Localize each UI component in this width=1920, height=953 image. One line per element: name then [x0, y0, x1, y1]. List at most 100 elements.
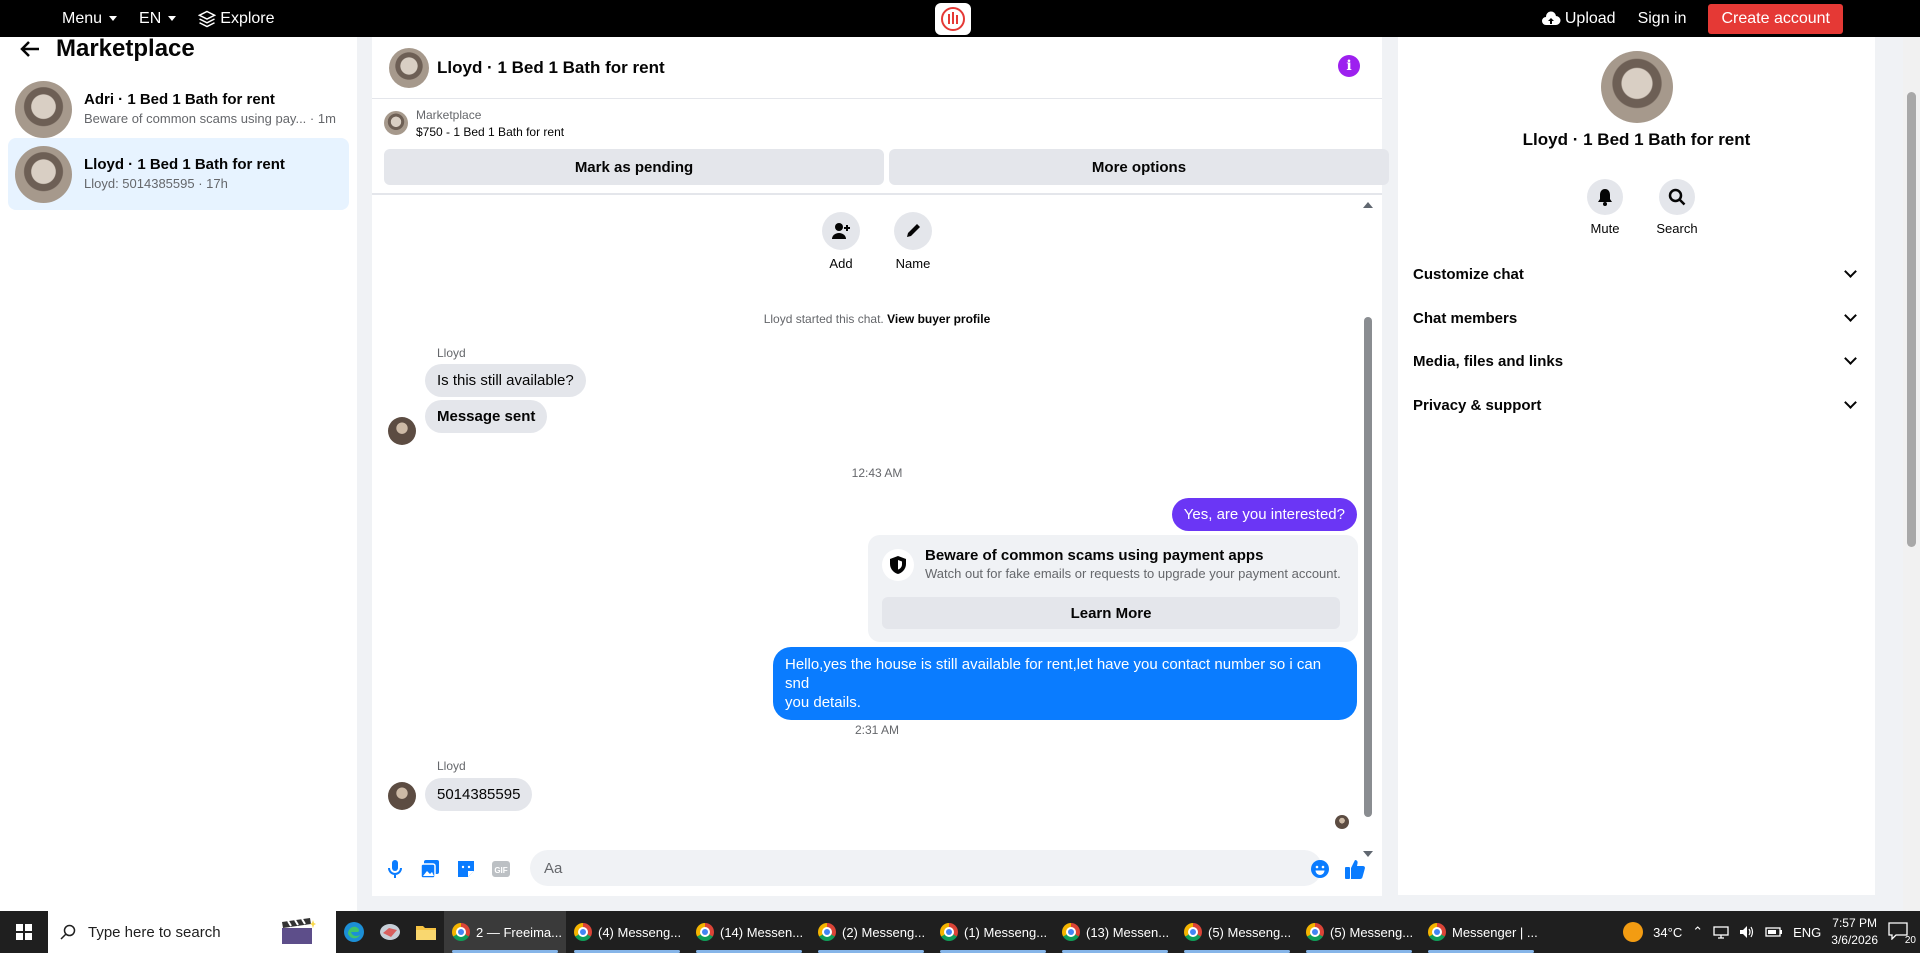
section-label: Media, files and links [1413, 352, 1564, 370]
chevron-down-icon [1844, 265, 1857, 278]
snippet-text: Beware of common scams using pay... [84, 111, 307, 126]
message-bubble-outgoing[interactable]: Hello,yes the house is still available f… [773, 647, 1357, 720]
message-bubble-outgoing[interactable]: Yes, are you interested? [1171, 498, 1357, 531]
taskbar-window[interactable]: (1) Messeng... [932, 911, 1054, 953]
chrome-icon [574, 923, 592, 941]
chrome-icon [1428, 923, 1446, 941]
section-privacy-support[interactable]: Privacy & support [1413, 385, 1861, 425]
sender-name: Lloyd [437, 759, 466, 773]
scroll-thumb[interactable] [1364, 317, 1372, 817]
menu-label: Menu [62, 9, 103, 27]
timestamp: 2:31 AM [854, 723, 900, 737]
name-chat-button[interactable]: Name [888, 212, 938, 271]
taskbar-window[interactable]: (2) Messeng... [810, 911, 932, 953]
window-title: (13) Messen... [1086, 924, 1170, 940]
listing-thumbnail [384, 111, 408, 135]
chrome-icon [1062, 923, 1080, 941]
sticker-icon[interactable] [455, 858, 477, 880]
chat-avatar[interactable] [389, 47, 429, 88]
upload-button[interactable]: Upload [1541, 10, 1616, 28]
section-chat-members[interactable]: Chat members [1413, 298, 1861, 338]
view-buyer-profile-link[interactable]: View buyer profile [887, 312, 990, 326]
volume-icon[interactable] [1739, 925, 1755, 939]
conversation-item-selected[interactable]: Lloyd · 1 Bed 1 Bath for rent Lloyd: 501… [8, 138, 349, 210]
back-arrow-icon[interactable] [20, 40, 40, 58]
clock-time: 7:57 PM [1832, 916, 1877, 930]
notification-count: 20 [1904, 935, 1916, 946]
scroll-up-arrow-icon[interactable] [1363, 202, 1373, 208]
page-scroll-thumb[interactable] [1907, 92, 1916, 547]
system-clock[interactable]: 7:57 PM 3/6/2026 [1831, 915, 1878, 949]
app-icon[interactable] [372, 911, 408, 953]
signin-link[interactable]: Sign in [1638, 10, 1687, 28]
search-in-chat-button[interactable]: Search [1652, 179, 1702, 236]
chat-header: Lloyd · 1 Bed 1 Bath for rent i [372, 37, 1382, 99]
network-icon[interactable] [1713, 925, 1729, 939]
section-customize-chat[interactable]: Customize chat [1413, 254, 1861, 294]
section-media-files-links[interactable]: Media, files and links [1413, 341, 1861, 381]
listing-avatar [15, 80, 72, 138]
add-person-icon [822, 212, 860, 250]
sender-avatar[interactable] [388, 417, 416, 445]
listing-avatar [15, 145, 72, 203]
caret-down-icon [109, 16, 118, 21]
chevron-up-icon[interactable]: ⌃ [1692, 924, 1703, 940]
battery-icon[interactable] [1765, 926, 1783, 938]
message-input[interactable] [530, 850, 1322, 886]
edge-app[interactable] [336, 911, 372, 953]
weather-icon[interactable] [1623, 922, 1644, 942]
taskbar-window[interactable]: Messenger | ... [1420, 911, 1542, 953]
site-logo[interactable] [935, 3, 971, 35]
create-account-button[interactable]: Create account [1708, 3, 1843, 34]
emoji-icon[interactable] [1309, 858, 1331, 880]
explore-link[interactable]: Explore [198, 10, 275, 28]
taskbar-window[interactable]: 2 — Freeima... [444, 911, 566, 953]
learn-more-button[interactable]: Learn More [882, 597, 1340, 629]
chevron-down-icon [1844, 396, 1857, 409]
menu-dropdown[interactable]: Menu [62, 9, 118, 28]
caret-down-icon [168, 16, 177, 21]
page-scrollbar[interactable] [1903, 37, 1920, 911]
listing-info[interactable]: Marketplace $750 - 1 Bed 1 Bath for rent [384, 107, 564, 141]
taskbar-window[interactable]: (4) Messeng... [566, 911, 688, 953]
svg-text:GIF: GIF [494, 866, 507, 875]
window-title: 2 — Freeima... [476, 924, 562, 940]
message-bubble-incoming[interactable]: Message sent [425, 400, 548, 433]
message-bubble-incoming[interactable]: Is this still available? [425, 364, 586, 397]
microphone-icon[interactable] [384, 858, 406, 880]
taskbar-window[interactable]: (13) Messen... [1054, 911, 1176, 953]
search-placeholder: Type here to search [88, 923, 221, 941]
system-tray: 34°C ⌃ ENG 7:57 PM 3/6/2026 20 [1623, 911, 1920, 953]
start-button[interactable] [0, 911, 48, 953]
folder-icon [416, 926, 436, 940]
add-people-button[interactable]: Add [816, 212, 866, 271]
window-title: (1) Messeng... [964, 924, 1048, 940]
message-line: you details. [785, 694, 861, 711]
photo-icon[interactable] [419, 858, 441, 880]
file-explorer-app[interactable] [408, 911, 444, 953]
mark-as-pending-button[interactable]: Mark as pending [384, 149, 884, 185]
more-options-button[interactable]: More options [889, 149, 1389, 185]
taskbar-window[interactable]: (14) Messen... [688, 911, 810, 953]
taskbar-search[interactable]: Type here to search [48, 911, 336, 953]
chat-scrollbar[interactable] [1362, 197, 1374, 857]
gif-icon[interactable]: GIF [490, 858, 512, 880]
edge-icon [344, 922, 364, 942]
chat-title[interactable]: Lloyd · 1 Bed 1 Bath for rent [437, 58, 665, 78]
sender-avatar[interactable] [388, 782, 416, 810]
conversation-snippet: Lloyd: 5014385595 · 17h [84, 174, 285, 193]
conversation-item[interactable]: Adri · 1 Bed 1 Bath for rent Beware of c… [8, 73, 349, 145]
taskbar-window[interactable]: (5) Messeng... [1176, 911, 1298, 953]
weather-temp[interactable]: 34°C [1653, 925, 1682, 940]
mute-button[interactable]: Mute [1580, 179, 1630, 236]
notifications-button[interactable]: 20 [1888, 922, 1916, 946]
details-avatar[interactable] [1601, 51, 1673, 123]
language-dropdown[interactable]: EN [139, 10, 177, 28]
input-language[interactable]: ENG [1793, 925, 1821, 940]
conversation-snippet: Beware of common scams using pay... · 1m [84, 109, 336, 128]
taskbar-window[interactable]: (5) Messeng... [1298, 911, 1420, 953]
add-label: Add [829, 256, 853, 271]
info-icon[interactable]: i [1338, 55, 1360, 77]
message-bubble-incoming[interactable]: 5014385595 [425, 778, 533, 811]
thumbs-up-icon[interactable] [1344, 858, 1366, 880]
